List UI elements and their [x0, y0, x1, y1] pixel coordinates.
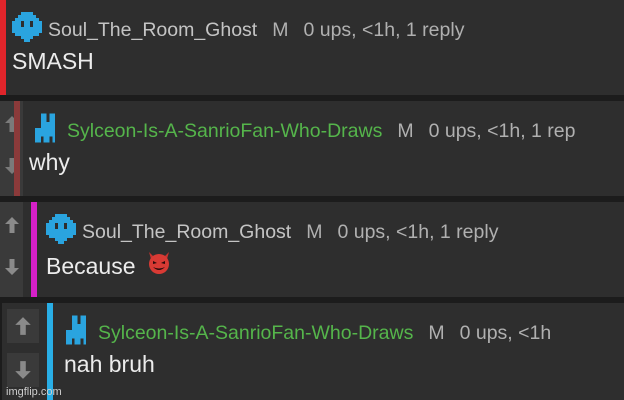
comment-text-value: SMASH [12, 48, 94, 74]
comment-text: SMASH [12, 48, 94, 75]
watermark: imgflip.com [6, 386, 62, 398]
comment-header: Sylceon-Is-A-SanrioFan-Who-Draws M 0 ups… [35, 113, 576, 149]
comment-meta: 0 ups, <1h [459, 321, 552, 344]
comment-text: Because [46, 250, 172, 282]
thread-bar [31, 202, 37, 297]
space-invader-icon[interactable] [46, 214, 76, 250]
mod-badge: M [428, 321, 445, 344]
mod-badge: M [306, 220, 323, 243]
thread-bar [0, 0, 6, 95]
thread-bar [14, 101, 20, 196]
upvote-button[interactable] [7, 309, 39, 343]
comment-1: Soul_The_Room_Ghost M 0 ups, <1h, 1 repl… [0, 0, 624, 95]
mod-badge: M [397, 119, 414, 142]
comment-header: Soul_The_Room_Ghost M 0 ups, <1h, 1 repl… [46, 214, 498, 250]
comment-text-value: why [29, 149, 70, 175]
downvote-button[interactable] [0, 250, 23, 284]
comment-text: nah bruh [64, 351, 155, 378]
comment-meta: 0 ups, <1h, 1 reply [337, 220, 499, 243]
smiling-devil-emoji [146, 250, 172, 282]
mod-badge: M [272, 18, 289, 41]
pixel-creature-icon[interactable] [66, 315, 92, 351]
comment-text: why [29, 149, 70, 176]
comment-header: Soul_The_Room_Ghost M 0 ups, <1h, 1 repl… [12, 12, 464, 48]
comment-2: Sylceon-Is-A-SanrioFan-Who-Draws M 0 ups… [0, 101, 624, 196]
comment-text-value: nah bruh [64, 351, 155, 377]
username-link[interactable]: Sylceon-Is-A-SanrioFan-Who-Draws [67, 120, 382, 143]
username-link[interactable]: Soul_The_Room_Ghost [48, 19, 257, 42]
space-invader-icon[interactable] [12, 12, 42, 48]
comment-meta: 0 ups, <1h, 1 rep [428, 119, 576, 142]
username-link[interactable]: Sylceon-Is-A-SanrioFan-Who-Draws [98, 322, 413, 345]
downvote-button[interactable] [7, 353, 39, 387]
comment-header: Sylceon-Is-A-SanrioFan-Who-Draws M 0 ups… [66, 315, 551, 351]
vote-column [0, 202, 23, 297]
comment-3: Soul_The_Room_Ghost M 0 ups, <1h, 1 repl… [0, 202, 624, 297]
pixel-creature-icon[interactable] [35, 113, 61, 149]
upvote-button[interactable] [0, 208, 23, 242]
comment-meta: 0 ups, <1h, 1 reply [303, 18, 465, 41]
comment-text-value: Because [46, 252, 136, 279]
username-link[interactable]: Soul_The_Room_Ghost [82, 221, 291, 244]
comment-4: Sylceon-Is-A-SanrioFan-Who-Draws M 0 ups… [2, 303, 624, 400]
